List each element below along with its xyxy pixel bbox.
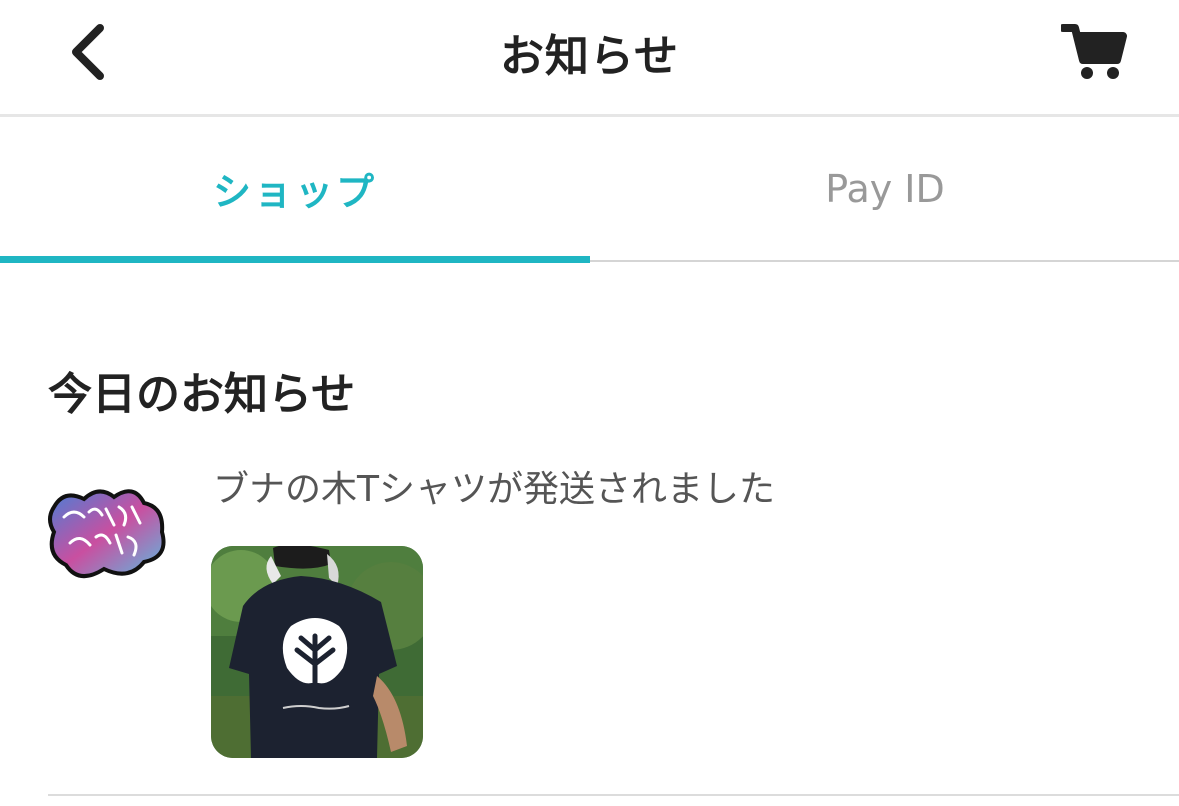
section-title: 今日のお知らせ [48,369,356,420]
active-tab-indicator [0,256,590,263]
notification-message: ブナの木Tシャツが発送されました [213,469,775,510]
cart-icon [1059,24,1127,79]
notification-item[interactable]: ブナの木Tシャツが発送されました [0,452,1179,797]
tab-pay-id[interactable]: Pay ID [590,117,1179,260]
cart-button[interactable] [1059,22,1127,82]
app-header: お知らせ [0,0,1179,117]
page-title: お知らせ [499,31,680,82]
tab-bar: ショップ Pay ID [0,117,1179,263]
list-divider [48,794,1179,796]
shop-logo-icon [44,477,174,587]
tab-shop[interactable]: ショップ [0,117,590,260]
notification-image[interactable] [211,546,423,758]
